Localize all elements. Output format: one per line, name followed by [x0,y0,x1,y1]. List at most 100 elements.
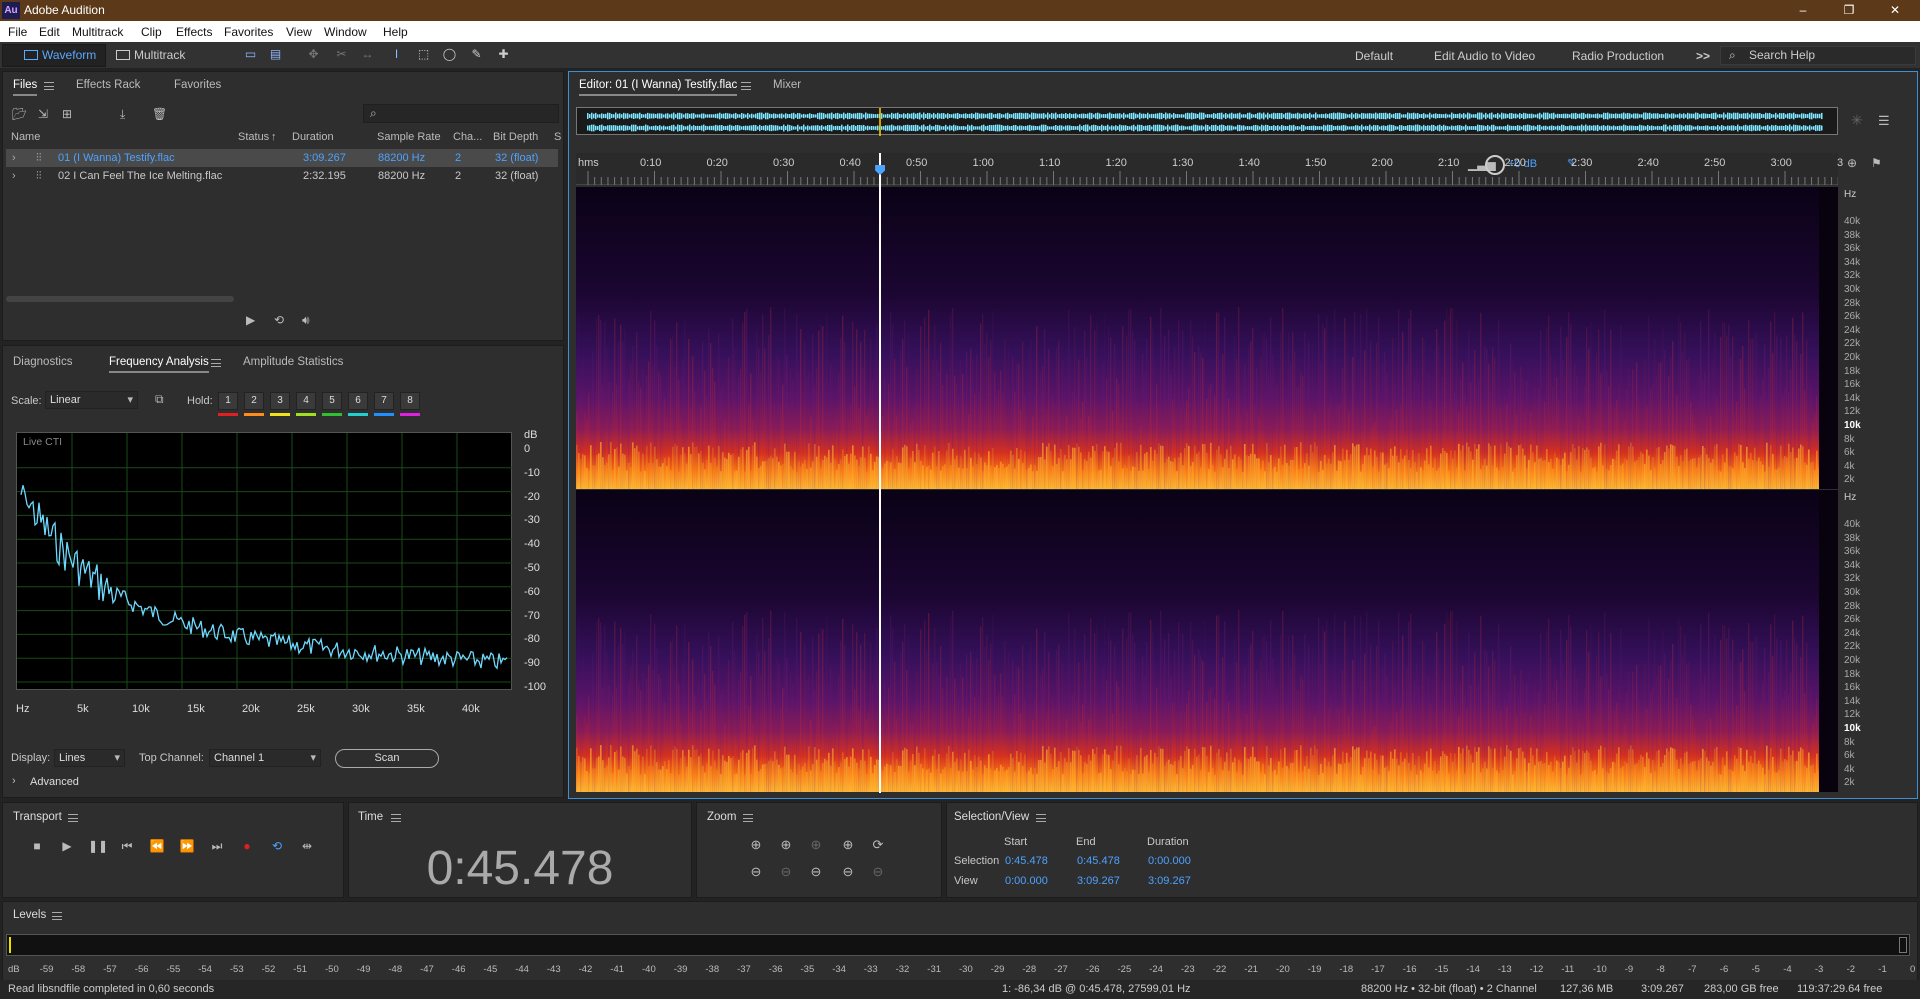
import-file-icon[interactable]: ⇲ [38,107,48,121]
loop-preview-icon[interactable]: ⟲ [274,313,284,327]
record-button[interactable]: ● [238,838,256,854]
hold-button-2[interactable]: 2 [244,392,264,410]
files-search-input[interactable]: ⌕ [363,104,559,123]
marker-icon[interactable]: ⚑ [1871,156,1882,170]
skip-selection-button[interactable]: ⇹ [298,838,316,854]
play-preview-icon[interactable]: ▶ [246,313,255,327]
new-file-icon[interactable]: ⊞ [62,107,72,121]
scale-dropdown[interactable]: Linear [45,391,138,409]
horizontal-scrollbar[interactable] [6,296,234,302]
hold-button-7[interactable]: 7 [374,392,394,410]
zoom-out-frequency-icon[interactable]: ⊖ [868,864,888,882]
advanced-toggle[interactable]: Advanced [30,776,79,788]
column-bit-depth[interactable]: Bit Depth [493,131,538,143]
expand-arrow-icon[interactable]: › [12,170,16,182]
workspace-default[interactable]: Default [1355,49,1393,63]
menu-edit[interactable]: Edit [39,25,60,39]
spectrogram-channel-1[interactable] [576,187,1838,489]
hold-button-8[interactable]: 8 [400,392,420,410]
zoom-in-amplitude-icon[interactable]: ⊕ [1847,156,1857,170]
column-sample-rate[interactable]: Sample Rate [377,131,441,143]
spot-healing-tool-icon[interactable]: ✚ [496,48,511,61]
time-display[interactable]: 0:45.478 [348,841,692,896]
fast-forward-button[interactable]: ⏩ [178,838,196,854]
spectral-display-icon[interactable]: ▭ [243,48,258,61]
stop-button[interactable]: ■ [28,838,46,854]
zoom-in-left-icon[interactable]: ⊕ [838,837,858,855]
panel-menu-icon[interactable] [68,814,78,822]
expand-arrow-icon[interactable]: › [12,152,16,164]
tab-diagnostics[interactable]: Diagnostics [13,356,72,368]
hold-button-3[interactable]: 3 [270,392,290,410]
display-dropdown[interactable]: Lines [54,749,125,767]
volume-knob[interactable] [1485,155,1505,175]
tab-frequency-analysis[interactable]: Frequency Analysis [109,356,209,373]
open-file-icon[interactable]: 📂︎ [12,107,27,121]
zoom-out-amplitude-icon[interactable]: ⊖ [746,864,766,882]
brush-tool-icon[interactable]: ✎ [469,48,484,61]
insert-into-multitrack-icon[interactable]: ⤓ [120,107,125,122]
view-duration[interactable]: 3:09.267 [1148,875,1191,887]
zoom-overview-icon[interactable]: ✳ [1851,112,1863,129]
menu-favorites[interactable]: Favorites [224,25,273,39]
panel-menu-icon[interactable] [1036,814,1046,822]
workspace-radio-production[interactable]: Radio Production [1572,49,1664,63]
maximize-button[interactable]: ❐ [1826,0,1872,21]
tab-amplitude-statistics[interactable]: Amplitude Statistics [243,356,343,368]
menu-help[interactable]: Help [383,25,408,39]
table-row[interactable]: › ⫶⫶ 02 I Can Feel The Ice Melting.flac … [6,167,558,185]
hold-button-4[interactable]: 4 [296,392,316,410]
play-button[interactable]: ▶ [58,838,76,854]
hold-button-5[interactable]: 5 [322,392,342,410]
close-file-icon[interactable]: 🗑︎ [152,107,167,121]
zoom-in-time-icon[interactable]: ⊕ [776,837,796,855]
workspace-edit-audio-to-video[interactable]: Edit Audio to Video [1434,49,1535,63]
menu-multitrack[interactable]: Multitrack [72,25,123,39]
zoom-to-selection-icon[interactable]: ⊖ [838,864,858,882]
tab-files[interactable]: Files [13,79,38,96]
clip-indicator[interactable] [1899,937,1907,953]
panel-menu-icon[interactable] [741,82,751,90]
panel-menu-icon[interactable] [743,814,753,822]
pitch-display-icon[interactable]: ▤ [268,48,283,61]
zoom-in-amplitude-icon[interactable]: ⊕ [746,837,766,855]
more-workspaces-button[interactable]: >> [1696,49,1710,63]
selection-start[interactable]: 0:45.478 [1005,855,1048,867]
lock-position-icon[interactable]: ⧉ [155,392,164,407]
menu-file[interactable]: File [8,25,27,39]
skip-to-start-button[interactable]: ⏮ [118,838,136,854]
spectrogram-channel-2[interactable] [576,490,1838,792]
overview-menu-icon[interactable]: ☰ [1878,113,1890,129]
minimize-button[interactable]: – [1780,0,1826,21]
overview-navigator[interactable] [576,107,1838,136]
tab-mixer[interactable]: Mixer [773,79,801,91]
loop-playback-button[interactable]: ⟲ [268,838,286,854]
razor-tool-icon[interactable]: ✂ [334,48,349,61]
advanced-expand-icon[interactable]: › [12,775,16,787]
slip-tool-icon[interactable]: ↔ [360,48,375,61]
rewind-button[interactable]: ⏪ [148,838,166,854]
view-start[interactable]: 0:00.000 [1005,875,1048,887]
menu-clip[interactable]: Clip [141,25,162,39]
pause-button[interactable]: ❚❚ [88,838,108,854]
top-channel-dropdown[interactable]: Channel 1 [209,749,321,767]
panel-menu-icon[interactable] [52,912,62,920]
waveform-mode-button[interactable]: Waveform [20,45,96,66]
auto-play-icon[interactable]: 🔊︎ [302,313,310,328]
close-button[interactable]: ✕ [1872,0,1918,21]
tab-favorites[interactable]: Favorites [174,79,221,91]
tab-editor[interactable]: Editor: 01 (I Wanna) Testify.flac [579,79,738,96]
zoom-in-frequency-icon[interactable]: ⊕ [806,837,826,855]
search-help-input[interactable]: ⌕ Search Help [1720,46,1916,65]
menu-window[interactable]: Window [324,25,367,39]
column-name[interactable]: Name [11,131,40,143]
zoom-reset-icon[interactable]: ⟳ [868,837,888,855]
hold-button-1[interactable]: 1 [218,392,238,410]
scan-button[interactable]: Scan [335,749,439,768]
selection-duration[interactable]: 0:00.000 [1148,855,1191,867]
time-selection-tool-icon[interactable]: I [389,48,404,61]
marquee-tool-icon[interactable]: ⬚ [416,48,431,61]
menu-effects[interactable]: Effects [176,25,212,39]
column-extra[interactable]: S [554,131,561,143]
selection-end[interactable]: 0:45.478 [1077,855,1120,867]
